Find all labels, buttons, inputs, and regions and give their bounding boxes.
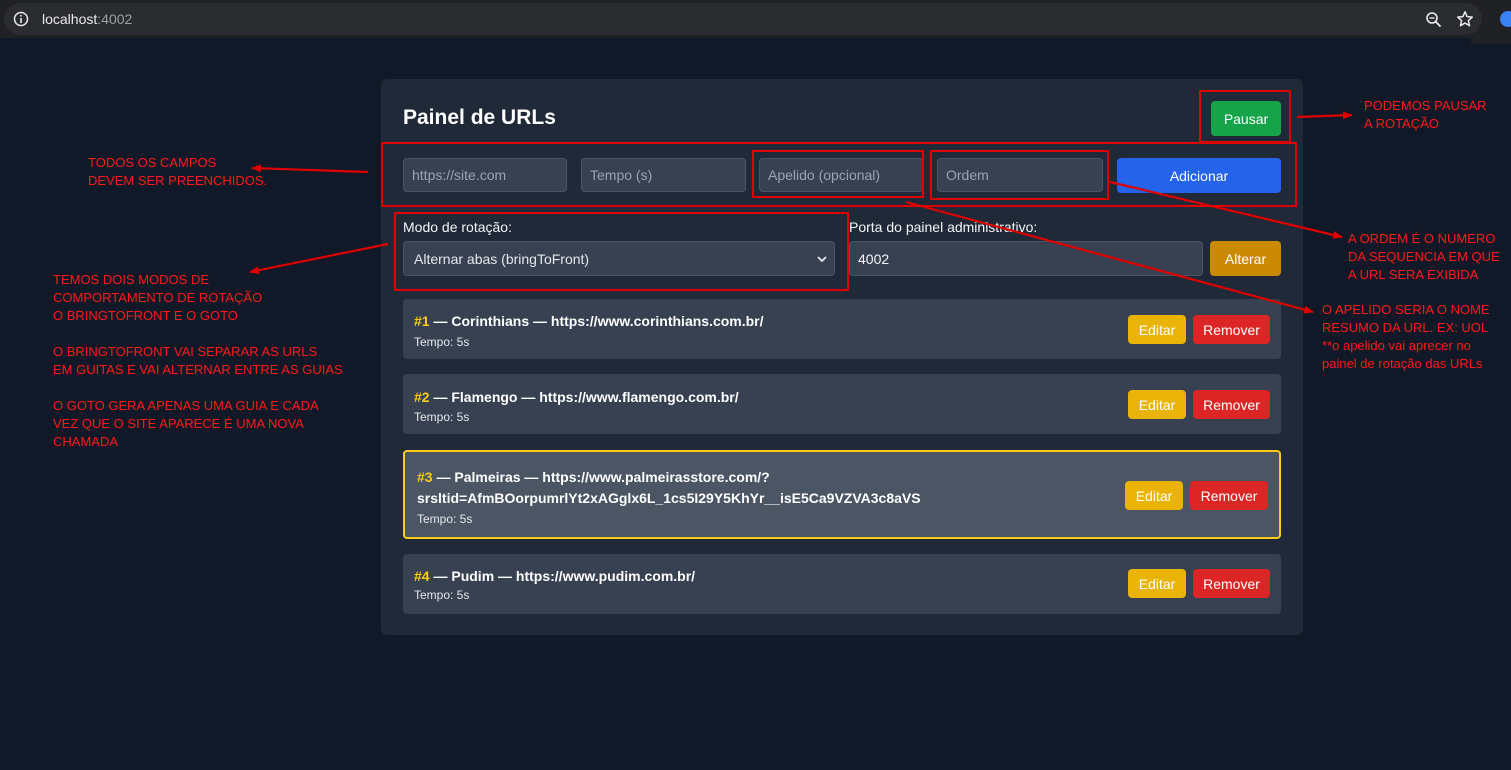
arrow-fields: [251, 164, 369, 174]
annotation-fields: TODOS OS CAMPOS DEVEM SER PREENCHIDOS.: [88, 155, 268, 188]
annotation-modes: TEMOS DOIS MODOS DE COMPORTAMENTO DE ROT…: [53, 272, 343, 449]
arrow-nickname: [905, 200, 1314, 314]
arrow-order: [1109, 180, 1343, 239]
annotation-nickname: O APELIDO SERIA O NOME RESUMO DA URL. EX:…: [1322, 302, 1490, 371]
arrow-modes: [249, 242, 389, 275]
annotation-order: A ORDEM É O NUMERO DA SEQUENCIA EM QUE A U…: [1348, 231, 1500, 282]
arrow-pause: [1296, 111, 1353, 120]
annotation-pause: PODEMOS PAUSAR A ROTAÇÃO: [1364, 98, 1487, 131]
